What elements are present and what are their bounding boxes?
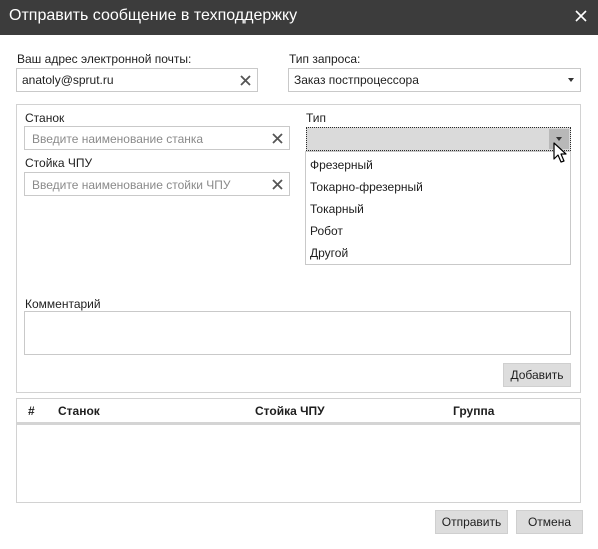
mouse-pointer-icon bbox=[553, 142, 567, 163]
window-title: Отправить сообщение в техподдержку bbox=[9, 7, 298, 24]
cnc-label: Стойка ЧПУ bbox=[25, 156, 93, 170]
dropdown-option[interactable]: Другой bbox=[306, 242, 570, 264]
cnc-name-input[interactable]: Введите наименование стойки ЧПУ bbox=[24, 172, 290, 196]
machine-name-input[interactable]: Введите наименование станка bbox=[24, 126, 290, 150]
dropdown-option[interactable]: Токарно-фрезерный bbox=[306, 176, 570, 198]
column-header-cnc[interactable]: Стойка ЧПУ bbox=[255, 404, 325, 418]
chevron-down-icon bbox=[556, 137, 562, 141]
send-button[interactable]: Отправить bbox=[435, 510, 508, 534]
machine-type-select[interactable] bbox=[306, 127, 571, 151]
add-button[interactable]: Добавить bbox=[503, 363, 571, 387]
machines-table: # Станок Стойка ЧПУ Группа bbox=[16, 398, 581, 503]
title-bar: Отправить сообщение в техподдержку bbox=[0, 0, 598, 35]
window-close-button[interactable] bbox=[572, 6, 590, 26]
dropdown-option[interactable]: Робот bbox=[306, 220, 570, 242]
request-type-label: Тип запроса: bbox=[289, 52, 361, 66]
type-label: Тип bbox=[306, 111, 327, 125]
comment-label: Комментарий bbox=[25, 297, 101, 311]
chevron-down-icon bbox=[568, 78, 574, 82]
clear-email-icon[interactable] bbox=[239, 74, 252, 87]
dropdown-option[interactable]: Фрезерный bbox=[306, 154, 570, 176]
cancel-button[interactable]: Отмена bbox=[516, 510, 583, 534]
machine-label: Станок bbox=[25, 111, 65, 125]
column-header-group[interactable]: Группа bbox=[453, 404, 494, 418]
email-label: Ваш адрес электронной почты: bbox=[17, 52, 192, 66]
column-header-machine[interactable]: Станок bbox=[58, 404, 100, 418]
email-value: anatoly@sprut.ru bbox=[22, 73, 114, 87]
clear-cnc-icon[interactable] bbox=[271, 178, 284, 191]
dropdown-option[interactable]: Токарный bbox=[306, 198, 570, 220]
request-type-value: Заказ постпроцессора bbox=[294, 73, 419, 87]
cnc-name-placeholder: Введите наименование стойки ЧПУ bbox=[32, 178, 231, 192]
clear-machine-icon[interactable] bbox=[271, 132, 284, 145]
machine-type-dropdown-list: Фрезерный Токарно-фрезерный Токарный Роб… bbox=[305, 151, 571, 265]
close-icon bbox=[575, 10, 587, 22]
table-header: # Станок Стойка ЧПУ Группа bbox=[17, 399, 580, 425]
comment-textarea[interactable] bbox=[24, 311, 571, 355]
machine-name-placeholder: Введите наименование станка bbox=[32, 132, 204, 146]
email-field[interactable]: anatoly@sprut.ru bbox=[16, 68, 258, 92]
column-header-number[interactable]: # bbox=[28, 404, 35, 418]
request-type-select[interactable]: Заказ постпроцессора bbox=[288, 68, 581, 92]
